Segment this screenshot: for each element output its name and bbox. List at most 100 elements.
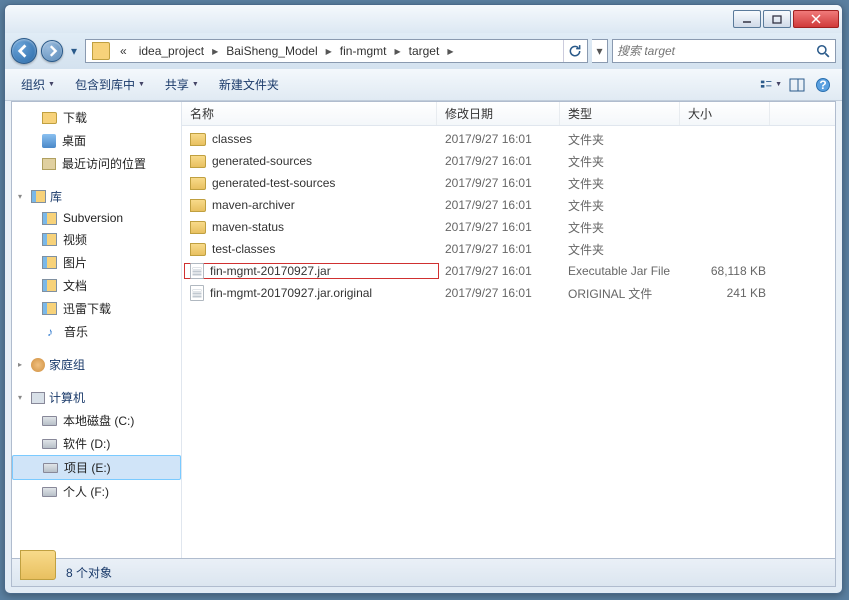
file-type: 文件夹 xyxy=(562,131,682,148)
file-row[interactable]: classes2017/9/27 16:01文件夹 xyxy=(182,128,835,150)
breadcrumb-item[interactable]: idea_project xyxy=(133,40,210,62)
command-bar: 组织▼ 包含到库中▼ 共享▼ 新建文件夹 ▼ ? xyxy=(5,69,842,101)
file-list-pane: 名称 修改日期 类型 大小 classes2017/9/27 16:01文件夹g… xyxy=(182,102,835,558)
back-button[interactable] xyxy=(11,38,37,64)
disk-icon xyxy=(43,463,58,473)
file-name-cell[interactable]: fin-mgmt-20170927.jar xyxy=(184,263,439,279)
file-row[interactable]: generated-test-sources2017/9/27 16:01文件夹 xyxy=(182,172,835,194)
explorer-window: ▾ « idea_project▶ BaiSheng_Model▶ fin-mg… xyxy=(4,4,843,594)
file-name-cell[interactable]: classes xyxy=(184,132,439,146)
column-header-name[interactable]: 名称 xyxy=(182,102,437,125)
sidebar-header-computer[interactable]: ▾计算机 xyxy=(12,386,181,409)
share-button[interactable]: 共享▼ xyxy=(157,73,207,96)
file-date: 2017/9/27 16:01 xyxy=(439,154,562,168)
column-header-size[interactable]: 大小 xyxy=(680,102,770,125)
navigation-pane[interactable]: 下载 桌面 最近访问的位置 ▾库 Subversion 视频 图片 文档 迅雷下… xyxy=(12,102,182,558)
file-name: test-classes xyxy=(212,242,275,256)
file-name-cell[interactable]: generated-sources xyxy=(184,154,439,168)
file-name: classes xyxy=(212,132,252,146)
sidebar-header-libraries[interactable]: ▾库 xyxy=(12,185,181,208)
file-row[interactable]: maven-archiver2017/9/27 16:01文件夹 xyxy=(182,194,835,216)
column-header-type[interactable]: 类型 xyxy=(560,102,680,125)
chevron-right-icon[interactable]: ▸ xyxy=(18,360,27,369)
disk-icon xyxy=(42,487,57,497)
file-size: 241 KB xyxy=(682,286,772,300)
sidebar-label: 软件 (D:) xyxy=(63,435,110,452)
search-icon[interactable] xyxy=(815,43,831,59)
file-size: 68,118 KB xyxy=(682,264,772,278)
breadcrumb-prefix[interactable]: « xyxy=(114,40,133,62)
breadcrumb-item[interactable]: BaiSheng_Model xyxy=(220,40,323,62)
file-type: Executable Jar File xyxy=(562,264,682,278)
chevron-right-icon[interactable]: ▶ xyxy=(210,47,220,56)
nav-history-dropdown[interactable]: ▾ xyxy=(67,38,81,64)
file-icon xyxy=(190,263,204,279)
file-name-cell[interactable]: test-classes xyxy=(184,242,439,256)
new-folder-button[interactable]: 新建文件夹 xyxy=(211,73,287,96)
sidebar-item-desktop[interactable]: 桌面 xyxy=(12,129,181,152)
sidebar-item-videos[interactable]: 视频 xyxy=(12,228,181,251)
sidebar-item-music[interactable]: ♪音乐 xyxy=(12,320,181,343)
file-row[interactable]: maven-status2017/9/27 16:01文件夹 xyxy=(182,216,835,238)
sidebar-label: 桌面 xyxy=(62,132,86,149)
forward-button[interactable] xyxy=(41,40,63,62)
sidebar-item-xunlei[interactable]: 迅雷下载 xyxy=(12,297,181,320)
folder-icon xyxy=(20,550,56,580)
preview-pane-button[interactable] xyxy=(786,74,808,96)
minimize-button[interactable] xyxy=(733,10,761,28)
sidebar-item-subversion[interactable]: Subversion xyxy=(12,208,181,228)
chevron-right-icon[interactable]: ▶ xyxy=(392,47,402,56)
file-list[interactable]: classes2017/9/27 16:01文件夹generated-sourc… xyxy=(182,126,835,558)
file-row[interactable]: test-classes2017/9/27 16:01文件夹 xyxy=(182,238,835,260)
file-name-cell[interactable]: maven-archiver xyxy=(184,198,439,212)
column-header-date[interactable]: 修改日期 xyxy=(437,102,560,125)
svg-text:?: ? xyxy=(819,78,826,92)
file-name-cell[interactable]: maven-status xyxy=(184,220,439,234)
chevron-down-icon: ▼ xyxy=(192,81,199,88)
file-row[interactable]: fin-mgmt-20170927.jar2017/9/27 16:01Exec… xyxy=(182,260,835,282)
include-in-library-button[interactable]: 包含到库中▼ xyxy=(67,73,153,96)
breadcrumb-item[interactable]: fin-mgmt xyxy=(334,40,393,62)
breadcrumb-bar[interactable]: « idea_project▶ BaiSheng_Model▶ fin-mgmt… xyxy=(85,39,588,63)
sidebar-item-drive-f[interactable]: 个人 (F:) xyxy=(12,480,181,503)
sidebar-header-homegroup[interactable]: ▸家庭组 xyxy=(12,353,181,376)
sidebar-item-pictures[interactable]: 图片 xyxy=(12,251,181,274)
file-name-cell[interactable]: generated-test-sources xyxy=(184,176,439,190)
sidebar-item-drive-d[interactable]: 软件 (D:) xyxy=(12,432,181,455)
organize-button[interactable]: 组织▼ xyxy=(13,73,63,96)
file-row[interactable]: generated-sources2017/9/27 16:01文件夹 xyxy=(182,150,835,172)
recent-icon xyxy=(42,158,56,170)
music-icon: ♪ xyxy=(42,324,58,340)
refresh-button[interactable] xyxy=(563,40,585,62)
chevron-down-icon[interactable]: ▾ xyxy=(18,192,27,201)
chevron-down-icon[interactable]: ▾ xyxy=(18,393,27,402)
breadcrumb-item[interactable]: target xyxy=(403,40,446,62)
view-options-button[interactable]: ▼ xyxy=(760,74,782,96)
sidebar-item-drive-e[interactable]: 项目 (E:) xyxy=(12,455,181,480)
sidebar-item-recent[interactable]: 最近访问的位置 xyxy=(12,152,181,175)
file-type: 文件夹 xyxy=(562,153,682,170)
file-name-cell[interactable]: fin-mgmt-20170927.jar.original xyxy=(184,285,439,301)
sidebar-item-drive-c[interactable]: 本地磁盘 (C:) xyxy=(12,409,181,432)
file-name: fin-mgmt-20170927.jar.original xyxy=(210,286,372,300)
address-history-dropdown[interactable]: ▾ xyxy=(592,39,608,63)
details-pane: 8 个对象 xyxy=(11,559,836,587)
maximize-button[interactable] xyxy=(763,10,791,28)
sidebar-label: 项目 (E:) xyxy=(64,459,111,476)
file-row[interactable]: fin-mgmt-20170927.jar.original2017/9/27 … xyxy=(182,282,835,304)
close-button[interactable] xyxy=(793,10,839,28)
search-box[interactable] xyxy=(612,39,836,63)
homegroup-icon xyxy=(31,358,45,372)
file-type: 文件夹 xyxy=(562,197,682,214)
titlebar[interactable] xyxy=(5,5,842,33)
sidebar-item-documents[interactable]: 文档 xyxy=(12,274,181,297)
newfolder-label: 新建文件夹 xyxy=(219,76,279,93)
file-date: 2017/9/27 16:01 xyxy=(439,264,562,278)
folder-icon xyxy=(190,199,206,212)
sidebar-item-downloads[interactable]: 下载 xyxy=(12,106,181,129)
chevron-right-icon[interactable]: ▶ xyxy=(324,47,334,56)
search-input[interactable] xyxy=(617,44,811,58)
help-button[interactable]: ? xyxy=(812,74,834,96)
chevron-right-icon[interactable]: ▶ xyxy=(445,47,455,56)
file-name: maven-archiver xyxy=(212,198,295,212)
